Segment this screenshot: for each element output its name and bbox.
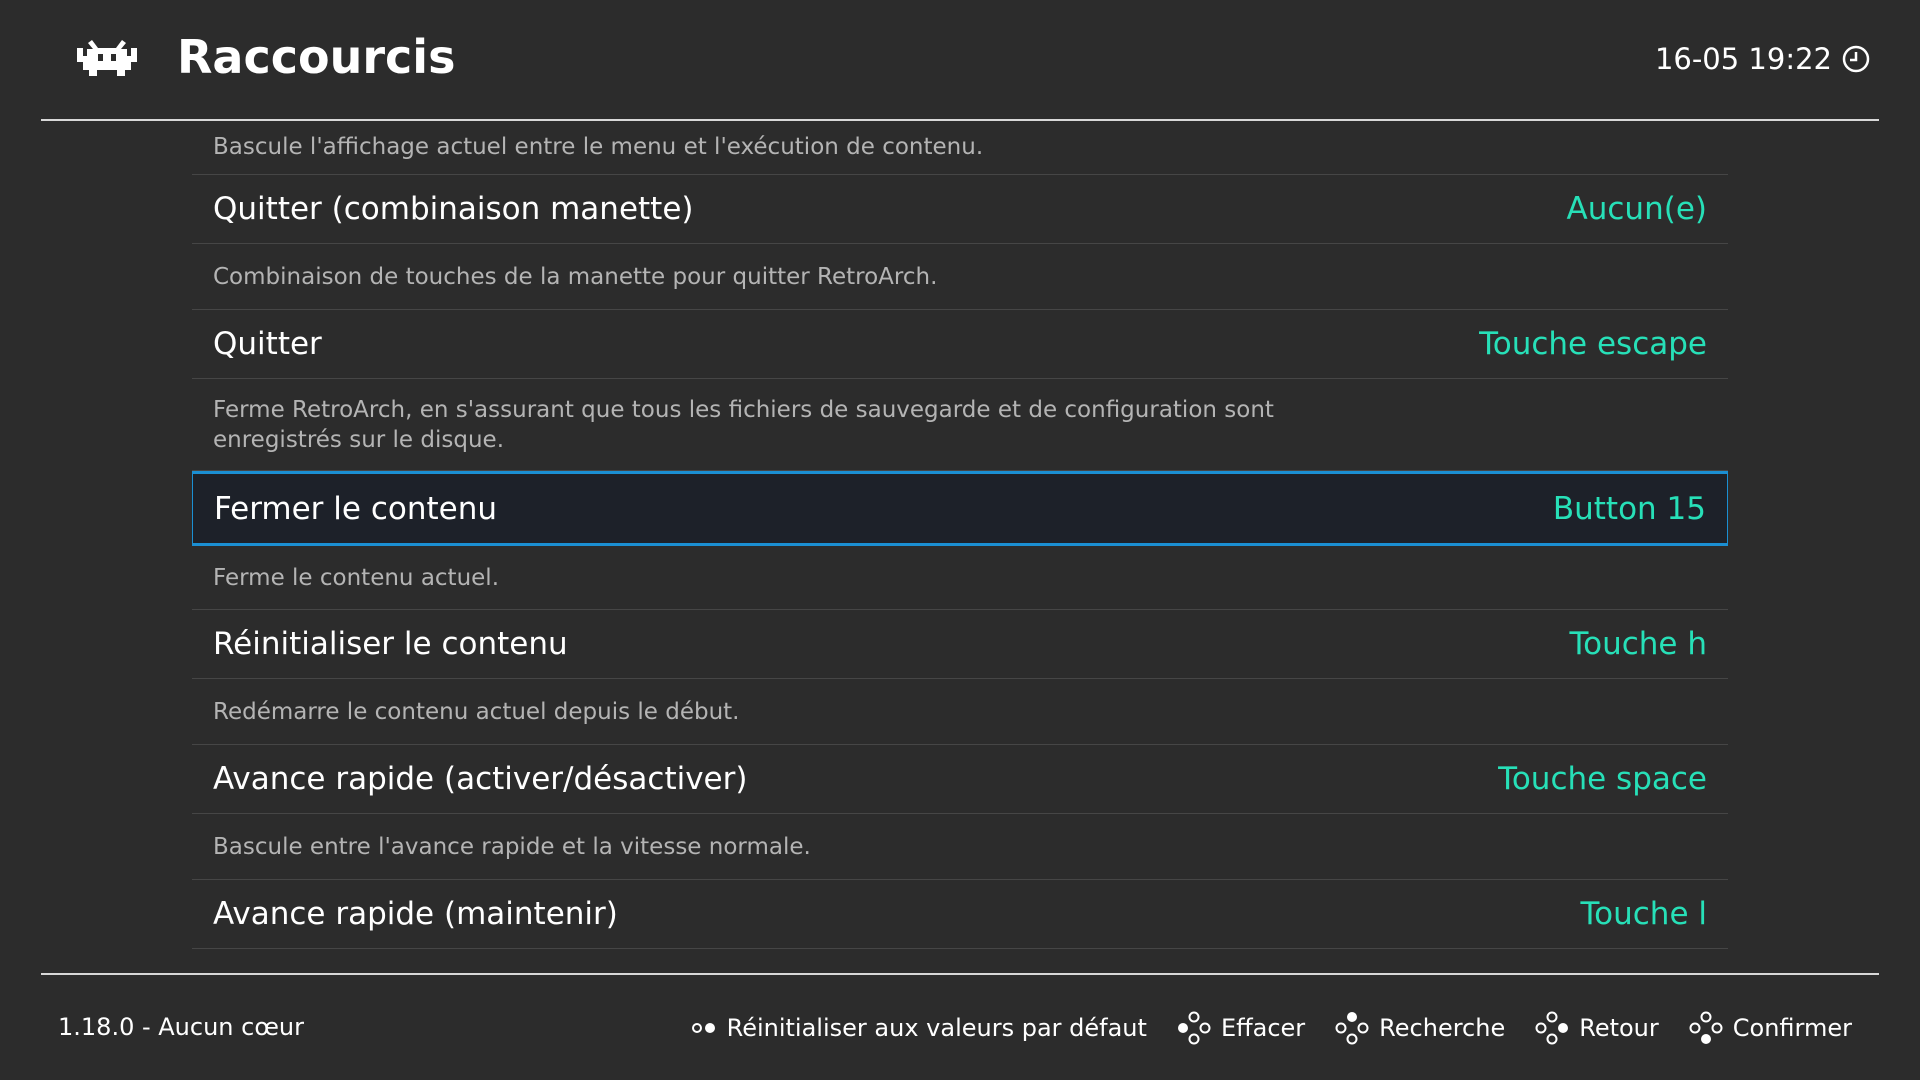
action-label: Retour [1579,1014,1659,1042]
gamepad-top-button-icon [1335,1012,1369,1045]
item-label: Quitter [213,326,322,362]
item-description: Ferme RetroArch, en s'assurant que tous … [192,379,1728,471]
item-value: Touche space [1498,761,1707,797]
item-value: Button 15 [1552,490,1706,527]
list-item[interactable]: Réinitialiser le contenu Touche h [192,610,1728,679]
item-description: Ferme le contenu actuel. [192,546,1728,610]
item-description: Combinaison de touches de la manette pou… [192,244,1728,310]
clock-icon [1842,45,1870,73]
item-label: Avance rapide (maintenir) [213,896,618,932]
settings-list: Bascule l'affichage actuel entre le menu… [192,120,1728,973]
action-label: Recherche [1379,1014,1506,1042]
footer: 1.18.0 - Aucun cœur Réinitialiser aux va… [0,975,1920,1080]
reset-defaults-action[interactable]: Réinitialiser aux valeurs par défaut [691,1014,1147,1042]
item-value: Touche l [1580,896,1707,932]
item-description: Redémarre le contenu actuel depuis le dé… [192,679,1728,745]
list-item[interactable]: Avance rapide (activer/désactiver) Touche… [192,745,1728,814]
action-label: Réinitialiser aux valeurs par défaut [726,1014,1147,1042]
item-description: Bascule entre l'avance rapide et la vite… [192,814,1728,880]
back-action[interactable]: Retour [1535,1011,1659,1045]
retroarch-logo-icon [77,40,137,76]
search-action[interactable]: Recherche [1335,1011,1505,1045]
item-label: Fermer le contenu [214,490,497,527]
gamepad-right-button-icon [1535,1011,1569,1045]
header: Raccourcis 16-05 19:22 [0,0,1920,120]
item-value: Touche escape [1479,326,1707,362]
list-item[interactable]: Avance rapide (maintenir) Touche l [192,880,1728,949]
item-value: Aucun(e) [1566,191,1707,227]
list-item[interactable]: Quitter (combinaison manette) Aucun(e) [192,175,1728,244]
confirm-action[interactable]: Confirmer [1689,1011,1852,1045]
item-label: Réinitialiser le contenu [213,626,568,662]
action-label: Effacer [1220,1014,1306,1042]
list-item-selected[interactable]: Fermer le contenu Button 15 [192,471,1728,546]
item-label: Quitter (combinaison manette) [213,191,694,227]
item-label: Avance rapide (activer/désactiver) [213,761,748,797]
clock: 16-05 19:22 [1655,42,1870,76]
item-value: Touche h [1569,626,1707,662]
datetime: 16-05 19:22 [1654,42,1832,76]
gamepad-bottom-button-icon [1689,1011,1723,1044]
action-label: Confirmer [1732,1014,1852,1042]
gamepad-left-button-icon [1177,1011,1211,1045]
select-button-icon [691,1023,715,1033]
version-label: 1.18.0 - Aucun cœur [58,1013,304,1041]
item-description: Bascule l'affichage actuel entre le menu… [192,120,1728,175]
page-title: Raccourcis [177,30,456,84]
clear-action[interactable]: Effacer [1177,1011,1305,1045]
list-item[interactable]: Quitter Touche escape [192,310,1728,379]
